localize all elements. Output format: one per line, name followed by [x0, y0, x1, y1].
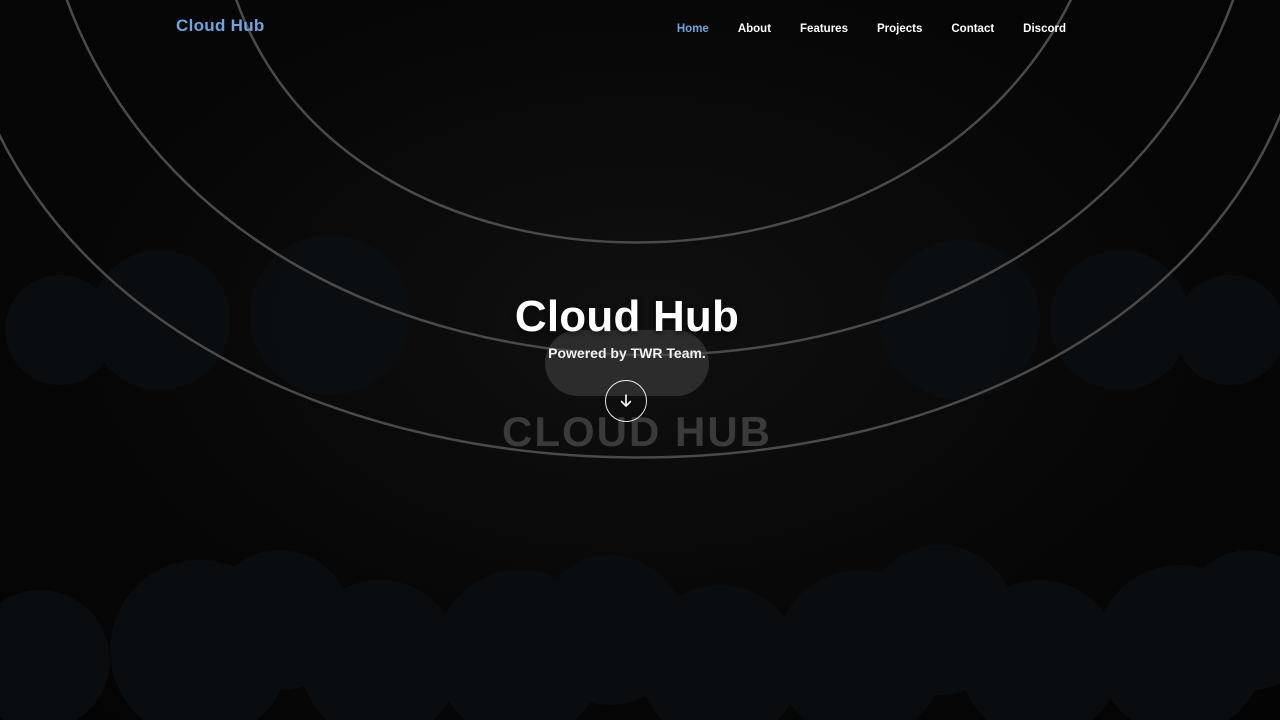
- nav-link-home[interactable]: Home: [677, 23, 709, 35]
- landing-page: Cloud Hub Home About Features Projects C…: [0, 0, 1280, 720]
- nav-link-about[interactable]: About: [738, 23, 771, 35]
- nav-link-discord[interactable]: Discord: [1023, 23, 1066, 35]
- nav-links: Home About Features Projects Contact Dis…: [677, 19, 1066, 37]
- brand-logo-link[interactable]: Cloud Hub: [176, 16, 265, 36]
- nav-link-contact[interactable]: Contact: [951, 23, 994, 35]
- navbar: Cloud Hub Home About Features Projects C…: [0, 0, 1280, 52]
- nav-link-features[interactable]: Features: [800, 23, 848, 35]
- hero-subtitle: Powered by TWR Team.: [548, 345, 706, 361]
- nav-link-projects[interactable]: Projects: [877, 23, 922, 35]
- hero-title: Cloud Hub: [514, 292, 740, 341]
- arrow-down-icon: [620, 394, 632, 407]
- scroll-down-button[interactable]: [605, 380, 647, 422]
